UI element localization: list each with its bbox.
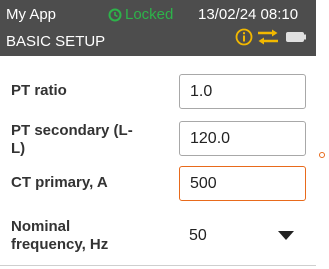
pt-secondary-label: PT secondary (L-L) xyxy=(11,122,133,157)
nominal-frequency-value: 50 xyxy=(189,227,207,244)
datetime: 13/02/24 08:10 xyxy=(198,6,299,23)
header-icons xyxy=(235,28,306,46)
ct-primary-input[interactable] xyxy=(180,167,305,200)
pt-ratio-field[interactable] xyxy=(179,74,306,109)
pt-secondary-input[interactable] xyxy=(180,122,305,155)
lock-status: Locked xyxy=(108,6,173,23)
divider xyxy=(0,265,316,266)
lock-status-label: Locked xyxy=(125,6,174,23)
battery-icon xyxy=(286,32,306,42)
ct-primary-field[interactable] xyxy=(179,166,306,201)
swap-arrows-icon[interactable] xyxy=(256,28,280,46)
ct-primary-label: CT primary, A xyxy=(11,174,108,191)
lock-status-icon xyxy=(108,8,122,21)
app-name: My App xyxy=(6,6,57,23)
chevron-down-icon[interactable] xyxy=(278,231,294,240)
nominal-frequency-select[interactable]: 50 xyxy=(179,219,306,254)
pt-ratio-label: PT ratio xyxy=(11,82,67,99)
focus-indicator-dot xyxy=(319,152,325,158)
device-screen: My App Locked 13/02/24 08:10 BASIC SETUP xyxy=(0,0,316,269)
nominal-frequency-label: Nominal frequency, Hz xyxy=(11,218,109,253)
pt-ratio-input[interactable] xyxy=(180,75,305,108)
status-header: My App Locked 13/02/24 08:10 BASIC SETUP xyxy=(0,0,316,56)
pt-secondary-field[interactable] xyxy=(179,121,306,156)
info-icon[interactable] xyxy=(235,28,253,46)
screen-title: BASIC SETUP xyxy=(6,33,106,50)
